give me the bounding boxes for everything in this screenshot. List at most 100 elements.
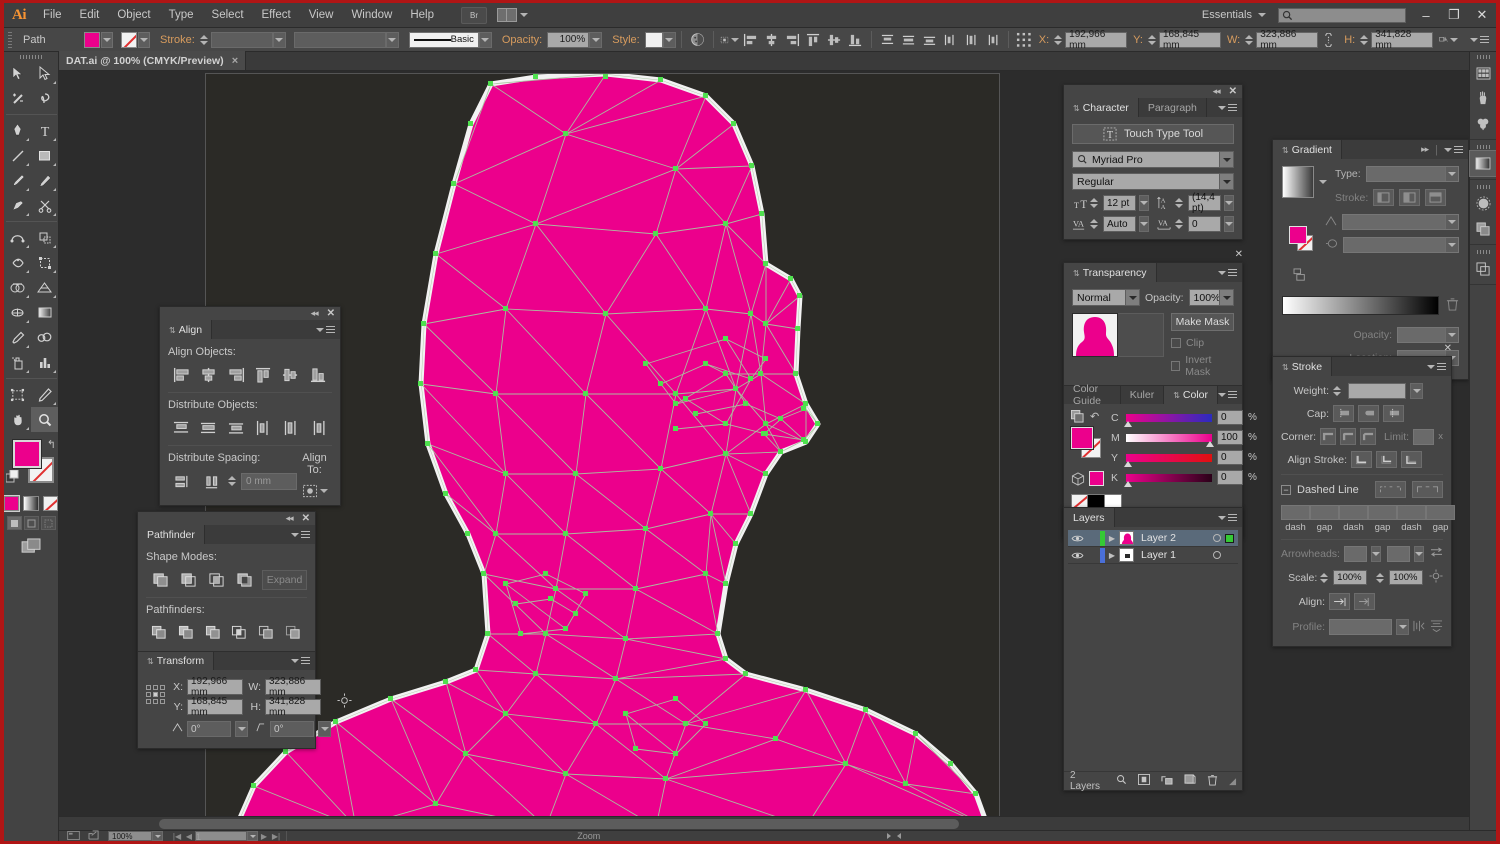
menu-help[interactable]: Help bbox=[401, 3, 443, 28]
gap-input-3[interactable] bbox=[1426, 505, 1455, 520]
flip-profile-vertical-icon[interactable] bbox=[1430, 620, 1443, 635]
make-mask-button[interactable]: Make Mask bbox=[1171, 313, 1234, 331]
swatches-icon[interactable] bbox=[1470, 61, 1496, 86]
align-left-edge-button[interactable] bbox=[168, 364, 195, 386]
transform-reference-point[interactable] bbox=[146, 685, 165, 704]
distribute-horizontal-center-icon[interactable] bbox=[962, 30, 981, 49]
x-input[interactable]: 192,966 mm bbox=[1065, 32, 1127, 48]
distribute-left-edge-button[interactable] bbox=[250, 417, 277, 439]
stroke-weight-input[interactable] bbox=[1348, 383, 1406, 399]
tab-color[interactable]: Color bbox=[1164, 386, 1218, 404]
stroke-dropdown-arrow[interactable] bbox=[138, 32, 150, 48]
draw-behind-button[interactable] bbox=[24, 516, 39, 530]
scale-start-input[interactable]: 100% bbox=[1333, 570, 1367, 585]
rectangle-tool[interactable] bbox=[31, 143, 58, 168]
align-vertical-center-button[interactable] bbox=[277, 364, 304, 386]
transparency-panel-menu-icon[interactable] bbox=[1218, 263, 1242, 282]
stroke-profile-select[interactable] bbox=[294, 32, 386, 48]
leading-input[interactable]: (14,4 pt) bbox=[1188, 195, 1221, 211]
close-icon[interactable]: × bbox=[232, 55, 238, 67]
gradient-angle-input[interactable] bbox=[1342, 214, 1459, 230]
dash-input-1[interactable] bbox=[1281, 505, 1310, 520]
status-collapse-icon[interactable] bbox=[897, 833, 901, 839]
gradient-icon[interactable] bbox=[1470, 151, 1496, 176]
tab-color-guide[interactable]: Color Guide bbox=[1064, 386, 1121, 404]
menu-effect[interactable]: Effect bbox=[253, 3, 300, 28]
visibility-toggle-icon[interactable] bbox=[1068, 551, 1087, 560]
character-panel[interactable]: ◂◂ ✕ Character Paragraph T Touch Type To… bbox=[1063, 84, 1243, 240]
gradient-aspect-input[interactable] bbox=[1343, 237, 1459, 253]
close-icon[interactable]: ✕ bbox=[327, 308, 335, 319]
align-top-edge-button[interactable] bbox=[250, 364, 277, 386]
transparency-panel[interactable]: Transparency ✕ Normal Opacity: 100% bbox=[1063, 262, 1243, 538]
scale-start-stepper[interactable] bbox=[1320, 570, 1328, 586]
tab-align[interactable]: Align bbox=[160, 320, 212, 339]
scissors-tool[interactable] bbox=[31, 193, 58, 218]
touch-type-tool-button[interactable]: T Touch Type Tool bbox=[1072, 124, 1234, 144]
shear-input[interactable]: 0° bbox=[270, 721, 314, 737]
black-value[interactable]: 0 bbox=[1217, 470, 1243, 485]
distribute-horizontal-center-button[interactable] bbox=[277, 417, 304, 439]
menu-view[interactable]: View bbox=[300, 3, 343, 28]
color-panel-fill-swatch[interactable] bbox=[1071, 427, 1093, 449]
align-panel-titlebar[interactable]: ◂◂ ✕ bbox=[160, 307, 340, 320]
shape-mode-exclude-button[interactable] bbox=[230, 569, 258, 591]
mask-thumbnail[interactable] bbox=[1118, 313, 1164, 357]
fill-swatch[interactable] bbox=[84, 32, 100, 48]
pathfinder-panel[interactable]: ◂◂ ✕ Pathfinder Shape Modes: Expand Path… bbox=[137, 511, 316, 749]
align-right-edge-icon[interactable] bbox=[783, 30, 802, 49]
font-family-select[interactable]: Myriad Pro bbox=[1072, 151, 1234, 168]
control-panel-menu[interactable] bbox=[1470, 36, 1489, 44]
gradient-type-select[interactable] bbox=[1366, 166, 1459, 182]
kerning-input[interactable]: Auto bbox=[1103, 216, 1136, 232]
target-indicator[interactable] bbox=[1209, 534, 1225, 542]
none-mode-button[interactable] bbox=[43, 496, 58, 511]
expand-button[interactable]: Expand bbox=[262, 570, 307, 590]
previous-artboard-button[interactable]: ◀ bbox=[183, 832, 195, 841]
align-stroke-center-button[interactable] bbox=[1351, 451, 1372, 468]
transform-w-input[interactable]: 323,886 mm bbox=[265, 679, 321, 695]
go-to-bridge-button[interactable]: Br bbox=[461, 7, 487, 24]
rotate-dropdown[interactable] bbox=[235, 721, 248, 737]
restore-button[interactable]: ❐ bbox=[1440, 3, 1468, 27]
gradient-mode-button[interactable] bbox=[23, 496, 38, 511]
stroke-color-control[interactable] bbox=[121, 32, 150, 48]
kerning-dropdown[interactable] bbox=[1139, 216, 1149, 232]
next-artboard-button[interactable]: ▶ bbox=[258, 832, 270, 841]
align-stroke-outside-button[interactable] bbox=[1401, 451, 1422, 468]
artwork-thumbnail[interactable] bbox=[1072, 313, 1118, 357]
layer-name[interactable]: Layer 1 bbox=[1134, 549, 1209, 561]
dash-input-2[interactable] bbox=[1339, 505, 1368, 520]
pathfinder-merge-button[interactable] bbox=[200, 622, 227, 644]
preserve-dash-exact-button[interactable] bbox=[1375, 481, 1406, 498]
menu-type[interactable]: Type bbox=[160, 3, 203, 28]
w-stepper[interactable] bbox=[1245, 32, 1254, 48]
close-icon[interactable]: ✕ bbox=[1235, 249, 1243, 260]
close-icon[interactable]: ✕ bbox=[302, 513, 310, 524]
current-color-preview[interactable] bbox=[1089, 471, 1104, 486]
transform-anchor-icon[interactable] bbox=[1015, 30, 1034, 49]
delete-selection-icon[interactable] bbox=[1207, 774, 1218, 789]
dock-grip[interactable] bbox=[1470, 247, 1496, 256]
artboard-tool[interactable] bbox=[4, 382, 31, 407]
color-cube-icon[interactable] bbox=[1071, 472, 1085, 486]
flip-profile-horizontal-icon[interactable] bbox=[1413, 620, 1426, 635]
minimize-button[interactable]: – bbox=[1412, 3, 1440, 27]
align-horizontal-center-button[interactable] bbox=[195, 364, 222, 386]
locate-object-icon[interactable] bbox=[1116, 774, 1127, 788]
menu-window[interactable]: Window bbox=[342, 3, 401, 28]
extend-arrowhead-beyond-button[interactable] bbox=[1329, 593, 1350, 610]
color-panel-menu-icon[interactable] bbox=[1218, 386, 1242, 404]
butt-cap-button[interactable] bbox=[1333, 405, 1354, 422]
arrowhead-end-dropdown[interactable] bbox=[1414, 546, 1424, 562]
transform-options-handle-icon[interactable] bbox=[337, 693, 352, 711]
font-size-dropdown[interactable] bbox=[1139, 195, 1149, 211]
tab-stroke[interactable]: Stroke bbox=[1273, 357, 1332, 376]
w-input[interactable]: 323,886 mm bbox=[1256, 32, 1318, 48]
layer-row-2[interactable]: ▶ Layer 2 bbox=[1068, 530, 1238, 547]
layer-name[interactable]: Layer 2 bbox=[1134, 532, 1209, 544]
draw-inside-button[interactable] bbox=[41, 516, 56, 530]
graphic-style-swatch[interactable] bbox=[645, 32, 663, 48]
miter-join-button[interactable] bbox=[1320, 428, 1336, 445]
menu-select[interactable]: Select bbox=[203, 3, 253, 28]
